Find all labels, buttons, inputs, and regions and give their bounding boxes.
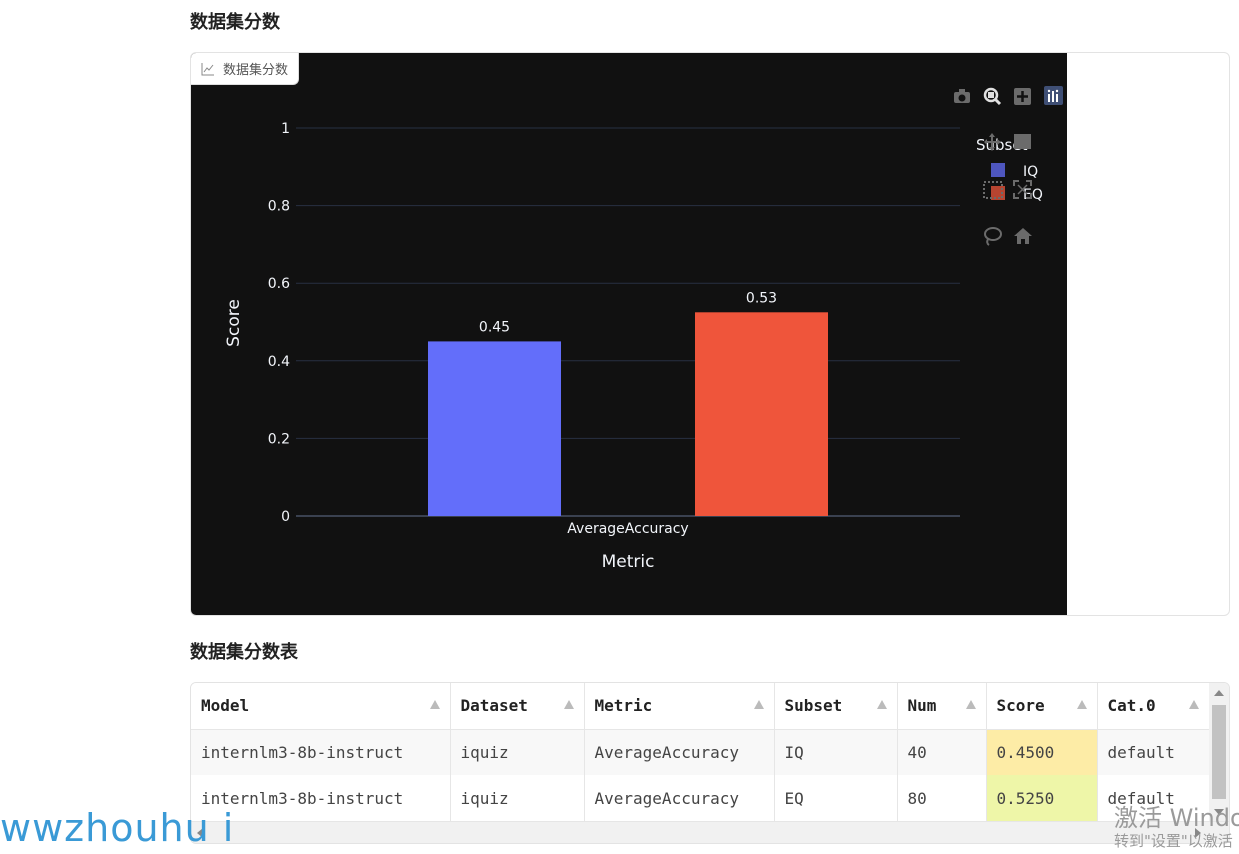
zoom-icon[interactable] bbox=[983, 87, 1002, 106]
windows-activation-subtitle: 转到"设置"以激活 bbox=[1114, 832, 1233, 850]
y-axis-title: Score bbox=[224, 299, 244, 347]
column-header-subset[interactable]: Subset bbox=[774, 683, 898, 730]
legend-item-iq: IQ bbox=[1023, 164, 1038, 180]
sort-icon[interactable] bbox=[876, 700, 887, 709]
section-title-table: 数据集分数表 bbox=[190, 642, 298, 663]
cell-metric[interactable]: AverageAccuracy bbox=[584, 775, 775, 821]
bar-iq bbox=[428, 341, 561, 516]
chart-tab[interactable]: 数据集分数 bbox=[191, 53, 300, 85]
cell-dataset[interactable]: iquiz bbox=[450, 775, 585, 821]
section-title-scores: 数据集分数 bbox=[190, 12, 280, 33]
cell-score[interactable]: 0.4500 bbox=[986, 729, 1098, 775]
y-tick-label: 0.8 bbox=[268, 199, 290, 215]
table-row[interactable]: internlm3-8b-instruct iquiz AverageAccur… bbox=[191, 775, 1210, 821]
legend-item-eq: EQ bbox=[1023, 187, 1043, 203]
x-tick-label: AverageAccuracy bbox=[567, 521, 688, 537]
watermark-text: wwzhouhu i bbox=[0, 806, 235, 850]
cell-num[interactable]: 80 bbox=[897, 775, 987, 821]
chart-tab-label: 数据集分数 bbox=[223, 63, 289, 78]
x-axis-title: Metric bbox=[602, 552, 655, 572]
column-header-cat0[interactable]: Cat.0 bbox=[1097, 683, 1210, 730]
plotly-logo-icon[interactable] bbox=[1044, 86, 1063, 105]
chart-area: 0 0.2 0.4 0.6 0.8 1 0.45 0.53 AverageAccuracy Met… bbox=[191, 53, 1067, 615]
cell-cat0[interactable]: default bbox=[1097, 729, 1210, 775]
scrollbar-thumb[interactable] bbox=[1212, 705, 1226, 799]
y-tick-label: 0.6 bbox=[268, 276, 290, 292]
bar-data-label: 0.45 bbox=[479, 319, 510, 335]
column-header-score[interactable]: Score bbox=[986, 683, 1098, 730]
column-header-num[interactable]: Num bbox=[897, 683, 987, 730]
sort-icon[interactable] bbox=[1188, 700, 1199, 709]
table-row[interactable]: internlm3-8b-instruct iquiz AverageAccur… bbox=[191, 729, 1210, 775]
autoscale-box-icon[interactable] bbox=[1014, 134, 1031, 149]
line-chart-icon bbox=[201, 62, 214, 75]
sort-icon[interactable] bbox=[965, 700, 976, 709]
cell-dataset[interactable]: iquiz bbox=[450, 729, 585, 775]
legend-swatch-iq bbox=[991, 163, 1005, 177]
cell-metric[interactable]: AverageAccuracy bbox=[584, 729, 775, 775]
scores-table: Model Dataset Metric Subset Num Score Ca… bbox=[190, 682, 1230, 844]
y-tick-label: 1 bbox=[281, 121, 290, 137]
bar-eq bbox=[695, 312, 828, 516]
column-header-dataset[interactable]: Dataset bbox=[450, 683, 585, 730]
y-tick-label: 0.4 bbox=[268, 354, 290, 370]
lasso-icon[interactable] bbox=[984, 227, 1002, 246]
sort-icon[interactable] bbox=[563, 700, 574, 709]
zoom-in-icon[interactable] bbox=[1014, 88, 1031, 105]
y-tick-label: 0 bbox=[281, 509, 290, 525]
bar-data-label: 0.53 bbox=[746, 290, 777, 306]
cell-num[interactable]: 40 bbox=[897, 729, 987, 775]
sort-icon[interactable] bbox=[429, 700, 440, 709]
chart-panel: 0 0.2 0.4 0.6 0.8 1 0.45 0.53 AverageAccuracy Met… bbox=[190, 52, 1230, 616]
cell-score[interactable]: 0.5250 bbox=[986, 775, 1098, 821]
column-header-metric[interactable]: Metric bbox=[584, 683, 775, 730]
sort-icon[interactable] bbox=[1076, 700, 1087, 709]
windows-activation-title: 激活 Windo bbox=[1114, 804, 1239, 832]
cell-subset[interactable]: IQ bbox=[774, 729, 898, 775]
scroll-up-icon[interactable] bbox=[1214, 690, 1224, 696]
cell-model[interactable]: internlm3-8b-instruct bbox=[191, 729, 451, 775]
sort-icon[interactable] bbox=[753, 700, 764, 709]
column-header-model[interactable]: Model bbox=[191, 683, 451, 730]
cell-subset[interactable]: EQ bbox=[774, 775, 898, 821]
horizontal-scrollbar[interactable] bbox=[191, 821, 1229, 843]
bar-chart: 0 0.2 0.4 0.6 0.8 1 0.45 0.53 AverageAccuracy Met… bbox=[224, 86, 1063, 572]
y-tick-label: 0.2 bbox=[268, 431, 290, 447]
home-icon[interactable] bbox=[1014, 228, 1032, 244]
camera-icon[interactable] bbox=[954, 89, 970, 103]
